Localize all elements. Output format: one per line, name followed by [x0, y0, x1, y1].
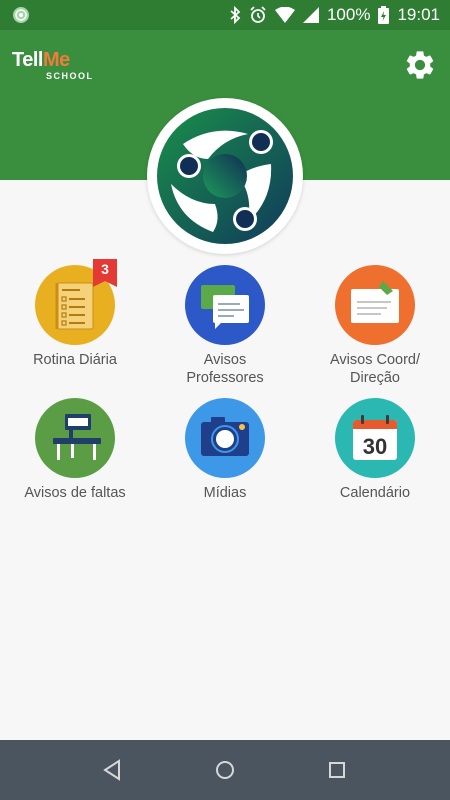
menu-item-rotina-diaria[interactable]: 3 Rotina Diária [0, 259, 150, 369]
menu-item-avisos-faltas[interactable]: Avisos de faltas [0, 398, 150, 502]
brand-subtitle: SCHOOL [46, 71, 94, 81]
avisos-coord-icon-circle [335, 265, 415, 345]
avisos-professores-icon-circle [185, 265, 265, 345]
notification-badge: 3 [93, 259, 117, 287]
menu-item-label: Mídias [203, 485, 247, 501]
alarm-icon [250, 6, 266, 23]
rotina-icon-circle: 3 [35, 259, 117, 345]
signal-icon [302, 7, 319, 23]
menu-item-calendario[interactable]: 30 Calendário [300, 398, 450, 502]
app-notification-icon [13, 7, 29, 23]
camera-icon [201, 417, 249, 456]
menu-item-label: Rotina Diária [33, 352, 117, 368]
menu-item-label: Avisos de faltas [24, 485, 126, 501]
chat-bubbles-icon [201, 285, 249, 329]
menu-item-label: Avisos Coord/ Direção [330, 352, 420, 386]
settings-button[interactable] [402, 47, 438, 83]
recents-square-icon[interactable] [325, 758, 349, 782]
brand-name-part2: Me [42, 49, 70, 71]
android-nav-bar [0, 740, 450, 800]
menu-item-label: Calendário [339, 485, 411, 501]
calendario-icon-circle: 30 [335, 398, 415, 478]
menu-item-avisos-coord[interactable]: Avisos Coord/ Direção [300, 265, 450, 387]
battery-percent: 100% [326, 5, 371, 24]
menu-item-avisos-professores[interactable]: Avisos Professores [150, 265, 300, 387]
gear-icon [406, 51, 434, 79]
menu-item-midias[interactable]: Mídias [150, 398, 300, 502]
calendar-day: 30 [363, 434, 387, 459]
status-bar: 100% 19:01 [0, 0, 450, 30]
wifi-icon [274, 7, 295, 23]
bluetooth-icon [230, 6, 241, 24]
school-desk-icon [53, 414, 101, 460]
menu-item-label: Avisos Professores [186, 352, 264, 386]
school-emblem-icon [157, 108, 293, 244]
back-triangle-icon[interactable] [101, 758, 125, 782]
home-circle-icon[interactable] [213, 758, 237, 782]
calendar-icon: 30 [353, 415, 397, 460]
clock: 19:01 [397, 5, 440, 24]
badge-count: 3 [101, 261, 109, 277]
brand-logo: TellMe SCHOOL [12, 50, 92, 84]
battery-charging-icon [378, 6, 390, 24]
avisos-faltas-icon-circle [35, 398, 115, 478]
school-logo [147, 98, 303, 254]
midias-icon-circle [185, 398, 265, 478]
brand-name-part1: Tell [12, 49, 43, 71]
pinned-note-icon [351, 281, 399, 323]
